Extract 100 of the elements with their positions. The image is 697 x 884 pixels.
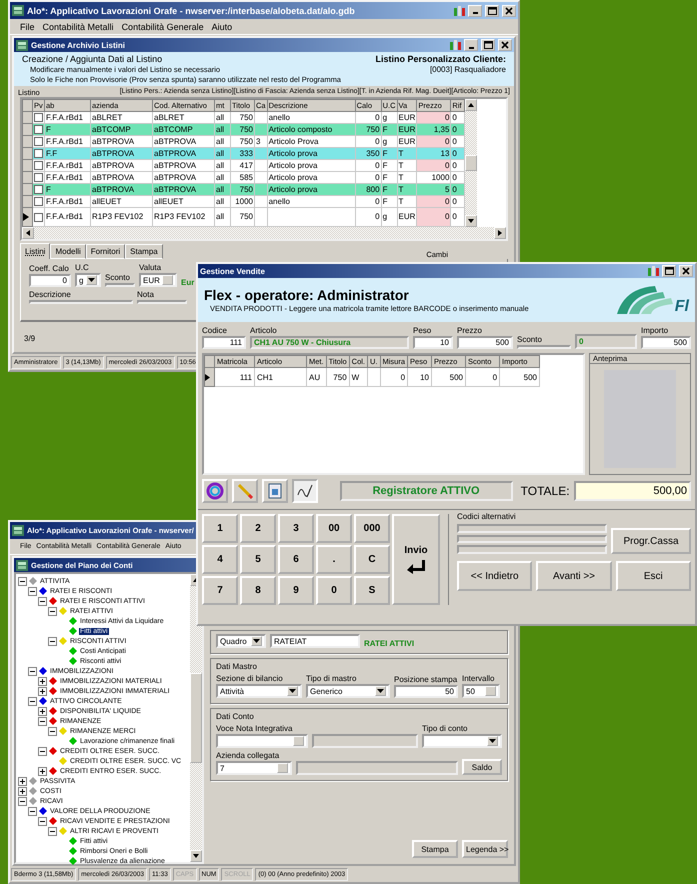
quadro-select[interactable]: Quadro xyxy=(216,634,266,648)
code-field[interactable]: RATEIAT xyxy=(270,634,360,648)
checkbox[interactable] xyxy=(34,137,43,146)
keypad-key[interactable]: 3 xyxy=(278,514,314,543)
input-field[interactable]: 0 xyxy=(29,274,71,287)
collapse-icon[interactable] xyxy=(18,576,27,586)
scrollbar[interactable] xyxy=(465,99,478,227)
checkbox[interactable] xyxy=(34,125,43,134)
print-button[interactable]: Stampa xyxy=(412,840,458,858)
menu-item[interactable]: Contabilità Metalli xyxy=(42,22,114,32)
keypad-key[interactable]: 7 xyxy=(202,576,238,605)
keypad-key[interactable]: S xyxy=(354,576,390,605)
keypad-key[interactable]: 1 xyxy=(202,514,238,543)
scroll-thumb[interactable] xyxy=(465,155,478,171)
row-indicator[interactable] xyxy=(22,208,32,226)
scrollbar[interactable] xyxy=(22,227,506,239)
collapse-icon[interactable] xyxy=(38,716,47,726)
document-button[interactable] xyxy=(262,479,288,503)
input-field[interactable]: 50 xyxy=(394,685,458,698)
signature-button[interactable] xyxy=(292,479,318,503)
collapse-icon[interactable] xyxy=(28,666,37,676)
price-field[interactable]: 500 xyxy=(457,336,513,349)
exit-button[interactable]: Esci xyxy=(616,561,691,591)
collapse-icon[interactable] xyxy=(18,796,27,806)
alternative-code-field[interactable] xyxy=(457,534,607,544)
enter-key[interactable]: Invio xyxy=(392,514,440,605)
discount-field[interactable] xyxy=(517,345,571,349)
scroll-thumb[interactable] xyxy=(190,673,202,763)
input-field[interactable] xyxy=(29,300,133,304)
menu-item[interactable]: Contabilità Generale xyxy=(122,22,204,32)
input-field[interactable] xyxy=(216,734,308,748)
account-type-select[interactable] xyxy=(422,734,502,748)
collapse-icon[interactable] xyxy=(28,806,37,816)
expand-icon[interactable] xyxy=(38,676,47,686)
expand-icon[interactable] xyxy=(18,776,27,786)
expand-icon[interactable] xyxy=(38,686,47,696)
close-button[interactable] xyxy=(679,265,693,277)
checkbox[interactable] xyxy=(34,173,43,182)
legend-button[interactable]: Legenda >> xyxy=(462,840,508,858)
unit-select[interactable]: g xyxy=(75,273,101,287)
tab[interactable]: Modelli xyxy=(50,244,86,259)
code-field[interactable]: 111 xyxy=(202,336,246,349)
menu-item[interactable]: Aiuto xyxy=(212,22,232,32)
collapse-icon[interactable] xyxy=(48,606,57,616)
alternative-code-field[interactable] xyxy=(457,524,607,533)
input-field[interactable] xyxy=(137,300,187,304)
keypad-key[interactable]: 000 xyxy=(354,514,390,543)
back-button[interactable]: << Indietro xyxy=(457,561,532,591)
collapse-icon[interactable] xyxy=(48,636,57,646)
collapse-icon[interactable] xyxy=(28,586,37,596)
weight-field[interactable]: 10 xyxy=(413,336,453,349)
maximize-button[interactable] xyxy=(485,4,499,16)
ledger-type-select[interactable]: Generico xyxy=(306,684,390,698)
pencil-button[interactable] xyxy=(232,479,258,503)
alternative-code-field[interactable] xyxy=(457,545,607,554)
menu-item[interactable]: File xyxy=(20,22,35,32)
checkbox[interactable] xyxy=(34,113,43,122)
scrollbar[interactable] xyxy=(190,574,202,862)
close-button[interactable] xyxy=(498,39,512,51)
keypad-key[interactable]: 8 xyxy=(240,576,276,605)
checkbox[interactable] xyxy=(34,161,43,170)
checkbox[interactable] xyxy=(34,185,43,194)
keypad-key[interactable]: 9 xyxy=(278,576,314,605)
tab[interactable]: Fornitori xyxy=(86,244,126,259)
minimize-button[interactable] xyxy=(464,39,478,51)
color-ring-button[interactable] xyxy=(202,479,228,503)
amount-field[interactable]: 500 xyxy=(641,336,691,349)
expand-icon[interactable] xyxy=(38,766,47,776)
collapse-icon[interactable] xyxy=(38,816,47,826)
input-field[interactable] xyxy=(105,283,135,287)
checkbox[interactable] xyxy=(34,197,43,206)
progr-cassa-button[interactable]: Progr.Cassa xyxy=(611,528,691,554)
checkbox[interactable] xyxy=(34,212,43,222)
expand-icon[interactable] xyxy=(38,706,47,716)
keypad-key[interactable]: 00 xyxy=(316,514,352,543)
keypad-key[interactable]: C xyxy=(354,545,390,574)
checkbox[interactable] xyxy=(34,149,43,158)
balance-button[interactable]: Saldo xyxy=(462,759,502,775)
next-button[interactable]: Avanti >> xyxy=(536,561,612,591)
close-button[interactable] xyxy=(502,4,516,16)
minimize-button[interactable] xyxy=(468,4,482,16)
keypad-key[interactable]: 0 xyxy=(316,576,352,605)
collapse-icon[interactable] xyxy=(48,826,57,836)
collapse-icon[interactable] xyxy=(38,746,47,756)
spin-field[interactable]: 50 xyxy=(462,684,500,698)
tab[interactable]: Stampa xyxy=(125,244,163,259)
input-field[interactable]: 7 xyxy=(216,761,292,775)
expand-icon[interactable] xyxy=(18,786,27,796)
maximize-button[interactable] xyxy=(662,265,676,277)
currency-field[interactable]: EUR xyxy=(139,273,177,287)
tab[interactable]: Listini xyxy=(20,243,50,259)
keypad-key[interactable]: 2 xyxy=(240,514,276,543)
collapse-icon[interactable] xyxy=(28,696,37,706)
keypad-key[interactable]: 6 xyxy=(278,545,314,574)
collapse-icon[interactable] xyxy=(38,596,47,606)
keypad-key[interactable]: 5 xyxy=(240,545,276,574)
row-indicator[interactable] xyxy=(204,368,214,386)
keypad-key[interactable]: . xyxy=(316,545,352,574)
collapse-icon[interactable] xyxy=(48,726,57,736)
keypad-key[interactable]: 4 xyxy=(202,545,238,574)
